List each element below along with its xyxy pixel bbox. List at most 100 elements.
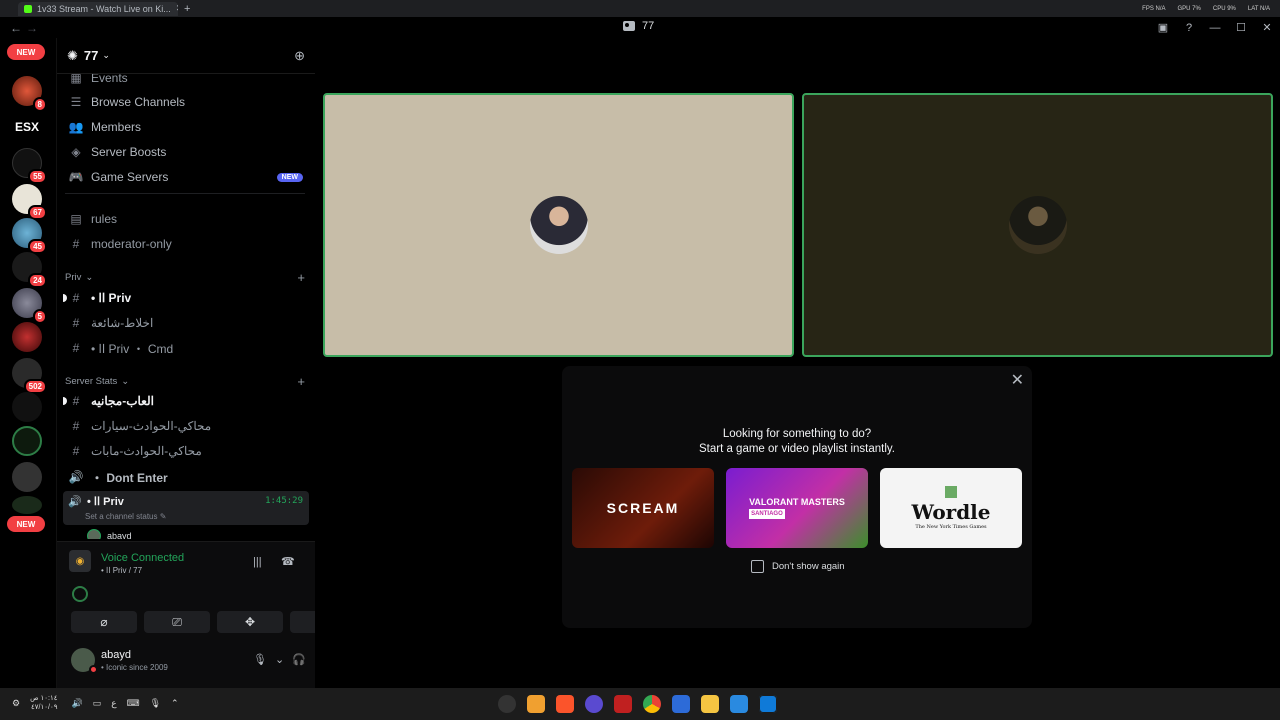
chevron-up-icon[interactable]: ⌃ — [171, 698, 179, 709]
menu-item-members[interactable]: 👥 Members — [65, 115, 309, 139]
help-icon[interactable]: ? — [1176, 22, 1202, 34]
menu-item-server-boosts[interactable]: ◈ Server Boosts — [65, 140, 309, 164]
voice-connected-subtitle[interactable]: • اا Priv / 77 — [101, 566, 142, 575]
activity-card-wordle[interactable]: Wordle The New York Times Games — [880, 468, 1022, 548]
add-channel-icon[interactable]: + — [297, 270, 305, 285]
gpu-stat: GPU 7% — [1177, 5, 1201, 12]
app-icon-2[interactable] — [527, 695, 545, 713]
channel-arabic-2[interactable]: # محاكي-الحوادث-سيارات — [65, 414, 309, 438]
camera-off-button[interactable]: ⌀ — [71, 611, 137, 633]
channel-rules[interactable]: ▤ rules — [65, 207, 309, 231]
server-icon-13[interactable] — [12, 496, 42, 514]
microphone-icon[interactable]: 🎙 — [253, 653, 267, 666]
close-icon[interactable]: ✕ — [1011, 370, 1024, 390]
server-header[interactable]: ✺ 77 ⌄ ⊕ — [57, 38, 315, 74]
menu-item-browse-channels[interactable]: ☰ Browse Channels — [65, 90, 309, 114]
forward-arrow-icon[interactable]: → — [24, 21, 40, 35]
invite-people-icon[interactable]: ⊕ — [294, 48, 305, 64]
activity-card-scream[interactable]: SCREAM — [572, 468, 714, 548]
close-window-button[interactable]: ✕ — [1254, 21, 1280, 34]
noise-suppression-icon[interactable]: ||| — [253, 556, 262, 568]
voice-channel-priv-active[interactable]: 🔊 • اا Priv 1:45:29 Set a channel status… — [63, 491, 309, 525]
participant-tile-2[interactable] — [802, 93, 1273, 357]
voice-channel-name: • اا Priv — [87, 496, 124, 508]
channel-priv[interactable]: # • اا Priv — [63, 286, 309, 310]
headphones-icon[interactable]: 🎧 — [292, 653, 306, 666]
store-icon[interactable] — [672, 695, 690, 713]
chevron-down-icon: ⌄ — [102, 50, 110, 60]
browser-tab[interactable]: 1v33 Stream - Watch Live on Ki... ✕ — [18, 1, 178, 16]
settings-icon[interactable]: ⚙ — [12, 698, 20, 709]
network-icon[interactable]: ▭ — [93, 698, 102, 709]
disconnect-icon[interactable]: ☎ — [281, 555, 295, 568]
voice-channel-dont-enter[interactable]: 🔊 ・ Dont Enter — [65, 465, 309, 489]
menu-item-game-servers[interactable]: 🎮 Game Servers NEW — [65, 165, 309, 189]
app-icon-4[interactable] — [585, 695, 603, 713]
dont-show-again[interactable]: Don't show again — [751, 560, 845, 573]
tab-close-icon[interactable]: ✕ — [176, 3, 178, 14]
voicemeeter-icon[interactable] — [614, 695, 632, 713]
minimize-button[interactable]: — — [1202, 22, 1228, 34]
activities-button[interactable]: ✥ — [217, 611, 283, 633]
mic-tray-icon[interactable]: 🎙 — [150, 698, 161, 709]
file-explorer-icon[interactable] — [701, 695, 719, 713]
server-icon-10[interactable] — [12, 392, 42, 422]
server-icon-5[interactable]: 45 — [12, 218, 47, 254]
volume-icon[interactable]: 🔊 — [71, 698, 82, 709]
clock[interactable]: ١٠:١٤ ص ٤٧/١٠/٠٩ — [30, 694, 57, 712]
category-priv[interactable]: Priv ⌄ + — [65, 269, 309, 285]
server-icon-7[interactable]: 5 — [12, 288, 47, 324]
channel-arabic-1[interactable]: # اخلاط-شائعة — [65, 311, 309, 335]
windows-start-icon[interactable] — [759, 695, 777, 713]
server-icon — [623, 21, 635, 31]
screen-share-button[interactable]: ⎚ — [144, 611, 210, 633]
voice-connected-title[interactable]: Voice Connected — [101, 552, 184, 564]
server-icon-4[interactable]: 67 — [12, 184, 47, 220]
participant-tile-1[interactable] — [323, 93, 794, 357]
mention-badge: 55 — [28, 169, 47, 184]
back-arrow-icon[interactable]: ← — [8, 21, 24, 35]
server-icon-8[interactable] — [12, 322, 42, 352]
menu-item-events[interactable]: ▦ Events — [65, 74, 309, 90]
hash-icon: # — [72, 291, 80, 305]
voice-actions: ⌀ ⎚ ✥ ✧ — [71, 611, 356, 633]
set-channel-status[interactable]: Set a channel status ✎ — [85, 512, 166, 521]
chevron-down-icon[interactable]: ⌄ — [275, 653, 284, 666]
language-indicator[interactable]: ع — [111, 698, 116, 709]
server-icon-12[interactable] — [12, 462, 42, 492]
channel-arabic-3[interactable]: # محاكي-الحوادث-مابات — [65, 439, 309, 463]
hash-icon: # — [72, 341, 80, 355]
voice-user-row[interactable]: abayd — [87, 529, 132, 539]
server-icon-esx[interactable]: ESX — [12, 112, 42, 142]
new-pill-badge: NEW — [276, 172, 303, 182]
keyboard-icon[interactable]: ⌨ — [127, 698, 140, 709]
divider — [65, 193, 305, 194]
hash-icon: # — [72, 394, 80, 408]
system-stats: FPS N/A GPU 7% CPU 9% LAT N/A — [1142, 6, 1280, 12]
inbox-icon[interactable]: ▣ — [1150, 21, 1176, 34]
maximize-button[interactable]: ☐ — [1228, 21, 1254, 34]
app-icon-1[interactable] — [498, 695, 516, 713]
brave-icon[interactable] — [556, 695, 574, 713]
members-icon: 👥 — [68, 120, 84, 134]
add-channel-icon[interactable]: + — [297, 374, 305, 389]
vscode-icon[interactable] — [730, 695, 748, 713]
loading-spinner-icon — [72, 586, 88, 602]
hash-icon: # — [72, 316, 80, 330]
channel-moderator-only[interactable]: # moderator-only — [65, 232, 309, 256]
server-icon-6[interactable]: 24 — [12, 252, 47, 288]
channel-free-games[interactable]: # العاب-مجانيه — [63, 389, 309, 413]
channel-priv-cmd[interactable]: # • اا Priv ・ Cmd — [65, 336, 309, 360]
voice-timer: 1:45:29 — [265, 496, 303, 506]
chrome-icon[interactable] — [643, 695, 661, 713]
category-server-stats[interactable]: Server Stats ⌄ + — [65, 373, 309, 389]
server-icon-9[interactable]: 502 — [12, 358, 47, 394]
new-tab-button[interactable]: + — [184, 3, 190, 15]
server-icon-3[interactable]: 55 — [12, 148, 47, 184]
activity-card-valorant[interactable]: VALORANT MASTERS SANTIAGO — [726, 468, 868, 548]
dont-show-checkbox[interactable] — [751, 560, 764, 573]
server-icon-11[interactable] — [12, 426, 42, 456]
signal-icon[interactable]: ◉ — [69, 550, 91, 572]
user-name[interactable]: abayd — [101, 649, 131, 661]
server-icon-1[interactable]: 8 — [12, 76, 47, 112]
